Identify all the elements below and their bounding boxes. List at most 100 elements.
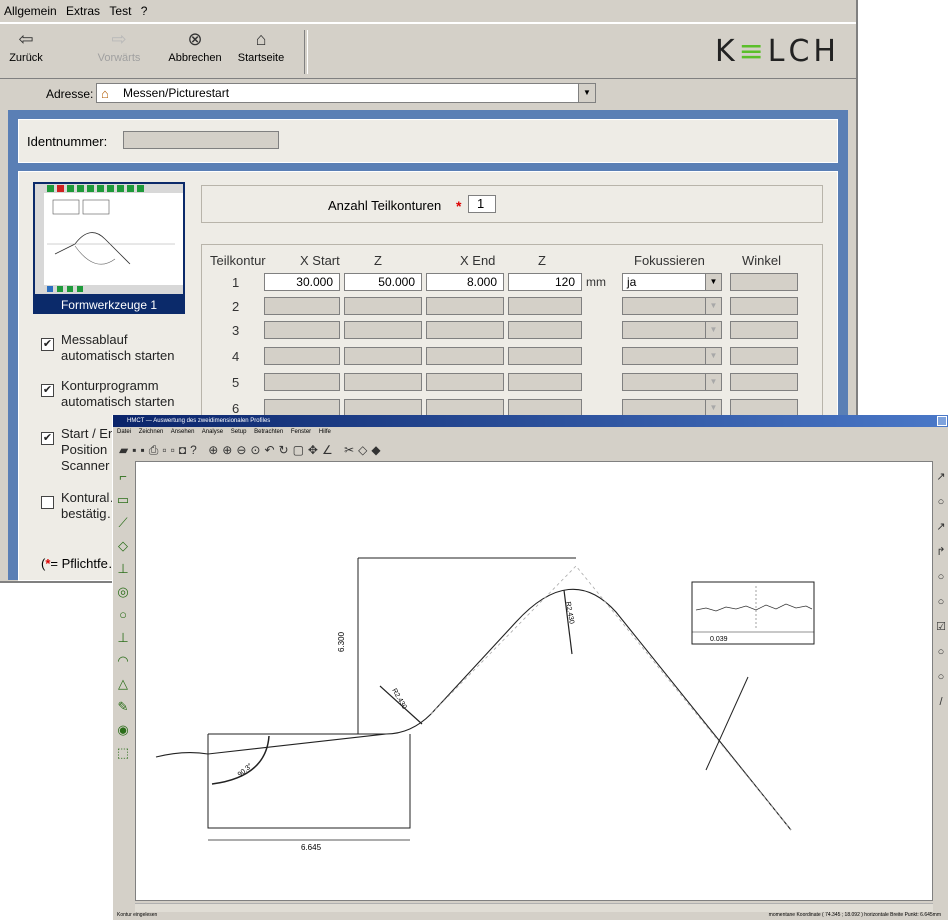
x-start-input[interactable] [264,347,340,365]
chevron-down-icon[interactable]: ▼ [705,348,721,364]
x-start-input[interactable] [264,321,340,339]
print-icon[interactable]: ⎙ [149,443,163,457]
measure-tool-icon[interactable]: ⊥ [113,557,133,580]
menu-analyse[interactable]: Analyse [202,429,223,435]
x-end-input[interactable] [426,373,504,391]
tool-icon[interactable]: ☑ [934,615,948,640]
forward-button[interactable]: ⇨ Vorwärts [96,28,142,64]
preview-icon[interactable]: ▫ [162,443,170,457]
perpendicular-tool-icon[interactable]: ⊥ [113,626,133,649]
fokus-select[interactable]: ▼ [622,347,722,365]
chevron-down-icon[interactable]: ▼ [705,298,721,314]
menu-betrachten[interactable]: Betrachten [254,429,283,435]
frame-icon[interactable]: ▢ [293,443,308,457]
menu-ansehen[interactable]: Ansehen [171,429,195,435]
z-start-input[interactable] [344,297,422,315]
z-end-input[interactable] [508,321,582,339]
chevron-down-icon[interactable]: ▼ [705,374,721,390]
program-thumbnail[interactable] [33,182,185,296]
winkel-input[interactable] [730,273,798,291]
chevron-down-icon[interactable]: ▼ [705,274,721,290]
menu-test[interactable]: Test [105,0,133,22]
cancel-button[interactable]: ⊗ Abbrechen [164,28,226,64]
profile-canvas[interactable]: 6.300 6.645 90.3° R2.430 R2.430 0.039 [135,461,933,901]
tool-icon[interactable]: / [934,690,948,715]
triangle-tool-icon[interactable]: △ [113,672,133,695]
z-start-input[interactable]: 50.000 [344,273,422,291]
zoom-icon[interactable]: ⊕ [208,443,222,457]
x-start-input[interactable]: 30.000 [264,273,340,291]
window-control-button[interactable] [937,416,947,426]
polyline-tool-icon[interactable]: ⟋ [113,511,133,534]
checkbox-box[interactable]: ✔ [41,432,54,445]
x-start-input[interactable] [264,373,340,391]
help-icon[interactable]: ? [190,443,201,457]
arc-tool-icon[interactable]: ◠ [113,649,133,672]
menu-setup[interactable]: Setup [231,429,247,435]
anzahl-input[interactable]: 1 [468,195,496,213]
z-end-input[interactable] [508,297,582,315]
x-start-input[interactable] [264,297,340,315]
save-as-icon[interactable]: ▪ [141,443,149,457]
zoom-fit-icon[interactable]: ⊙ [250,443,264,457]
z-end-input[interactable]: 120 [508,273,582,291]
pointer-icon[interactable]: ↗ [934,465,948,490]
menu-help[interactable]: ? [137,0,150,22]
copy-icon[interactable]: ▫ [171,443,179,457]
z-end-input[interactable] [508,373,582,391]
ring-tool-icon[interactable]: ◉ [113,718,133,741]
eraser-all-icon[interactable]: ◆ [371,443,384,457]
circle-point-tool-icon[interactable]: ◎ [113,580,133,603]
open-icon[interactable]: ▰ [119,443,132,457]
zoom-in-icon[interactable]: ⊕ [222,443,236,457]
diamond-tool-icon[interactable]: ◇ [113,534,133,557]
pen-tool-icon[interactable]: ✎ [113,695,133,718]
x-end-input[interactable] [426,321,504,339]
menu-extras[interactable]: Extras [62,0,102,22]
line-tool-icon[interactable]: ⌐ [113,465,133,488]
home-button[interactable]: ⌂ Startseite [232,28,290,64]
camera-icon[interactable]: ◘ [179,443,190,457]
z-end-input[interactable] [508,347,582,365]
address-dropdown-button[interactable]: ▼ [578,84,595,102]
z-start-input[interactable] [344,321,422,339]
fokus-select[interactable]: ▼ [622,297,722,315]
address-field[interactable]: ⌂ Messen/Picturestart ▼ [96,83,596,103]
angle-icon[interactable]: ∠ [322,443,337,457]
tool-icon[interactable]: ↱ [934,540,948,565]
select-tool-icon[interactable]: ⬚ [113,741,133,764]
back-button[interactable]: ⇦ Zurück [6,28,46,64]
rotate-icon[interactable]: ↻ [279,443,293,457]
x-end-input[interactable] [426,297,504,315]
tool-icon[interactable]: ↗ [934,515,948,540]
chevron-down-icon[interactable]: ▼ [705,322,721,338]
zoom-out-icon[interactable]: ⊖ [236,443,250,457]
winkel-input[interactable] [730,373,798,391]
tool-icon[interactable]: ○ [934,665,948,690]
move-icon[interactable]: ✥ [308,443,322,457]
save-icon[interactable]: ▪ [132,443,140,457]
zoom-back-icon[interactable]: ↶ [264,443,278,457]
menu-allgemein[interactable]: Allgemein [0,0,59,22]
tool-icon[interactable]: ○ [934,490,948,515]
checkbox-box[interactable]: ✔ [41,338,54,351]
rect-tool-icon[interactable]: ▭ [113,488,133,511]
winkel-input[interactable] [730,297,798,315]
fokus-select[interactable]: ▼ [622,373,722,391]
winkel-input[interactable] [730,321,798,339]
fokus-select[interactable]: ▼ [622,321,722,339]
fokus-select[interactable]: ja ▼ [622,273,722,291]
x-end-input[interactable] [426,347,504,365]
eraser-icon[interactable]: ◇ [358,443,371,457]
circle-tool-icon[interactable]: ○ [113,603,133,626]
checkbox-box[interactable] [41,496,54,509]
tool-icon[interactable]: ○ [934,640,948,665]
menu-fenster[interactable]: Fenster [291,429,311,435]
menu-datei[interactable]: Datei [117,429,131,435]
menu-hilfe[interactable]: Hilfe [319,429,331,435]
ident-input[interactable] [123,131,279,149]
tool-icon[interactable]: ○ [934,590,948,615]
cut-icon[interactable]: ✂ [344,443,358,457]
z-start-input[interactable] [344,373,422,391]
tool-icon[interactable]: ○ [934,565,948,590]
